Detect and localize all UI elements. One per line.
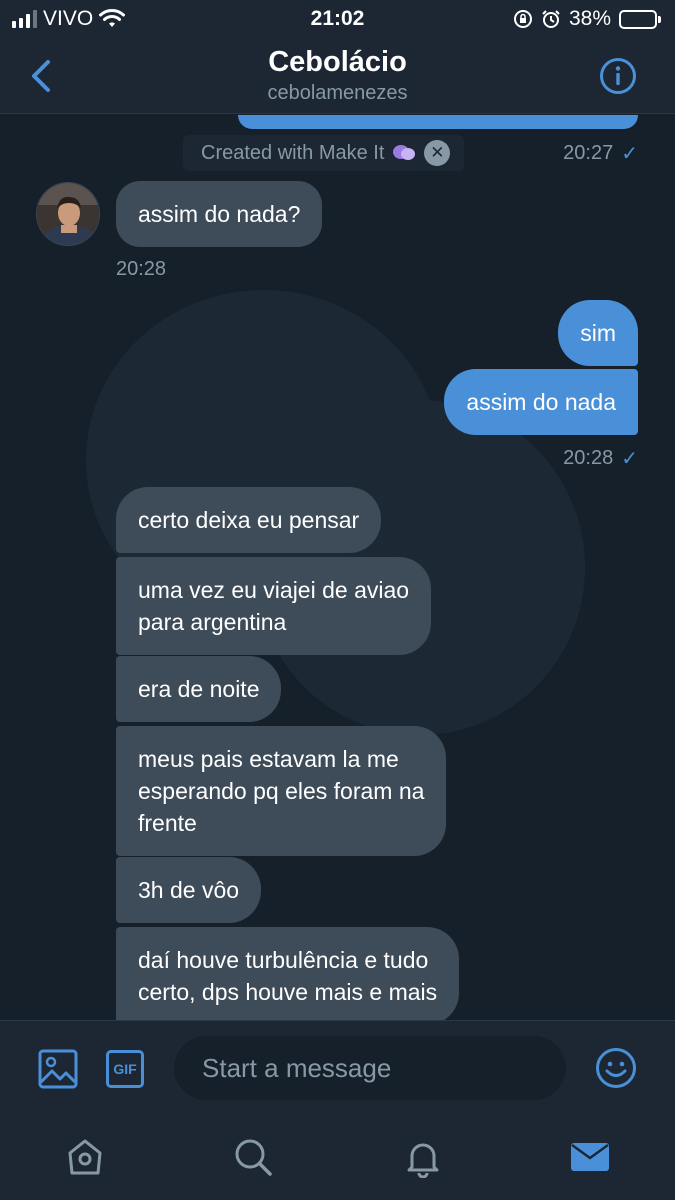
timestamp-text: 20:28 [116, 258, 167, 280]
message-text: sim [580, 320, 616, 346]
home-icon[interactable] [64, 1136, 106, 1178]
message-timestamp: 20:28 ✓ [563, 446, 638, 471]
search-icon[interactable] [232, 1136, 274, 1178]
bell-icon[interactable] [402, 1136, 444, 1178]
mail-icon[interactable] [569, 1136, 611, 1178]
incoming-message-bubble[interactable]: era de noite [116, 656, 282, 722]
avatar[interactable] [36, 182, 100, 246]
incoming-message-bubble[interactable]: certo deixa eu pensar [116, 487, 382, 553]
gif-icon[interactable]: GIF [106, 1050, 144, 1088]
message-text: certo deixa eu pensar [138, 507, 360, 533]
image-icon[interactable] [38, 1049, 78, 1089]
bottom-tab-bar [0, 1116, 675, 1200]
battery-icon [619, 9, 661, 29]
outgoing-message-bubble[interactable]: sim [558, 300, 638, 366]
incoming-message-bubble[interactable]: 3h de vôo [116, 857, 262, 923]
make-it-watermark: Created with Make It ✕ [183, 135, 465, 171]
incoming-message-bubble[interactable]: uma vez eu viajei de aviao para argentin… [116, 557, 432, 655]
message-input-container[interactable] [174, 1036, 566, 1100]
incoming-message-bubble[interactable]: meus pais estavam la me esperando pq ele… [116, 726, 447, 856]
message-text: uma vez eu viajei de aviao para argentin… [138, 577, 410, 635]
message-input[interactable] [174, 1036, 566, 1100]
conversation-title: Cebolácio [268, 46, 407, 78]
timestamp-text: 20:28 [563, 447, 614, 469]
message-text: daí houve turbulência e tudo certo, dps … [138, 947, 438, 1005]
message-text: 3h de vôo [138, 877, 240, 903]
message-text: era de noite [138, 676, 260, 702]
incoming-message-bubble[interactable]: daí houve turbulência e tudo certo, dps … [116, 927, 460, 1020]
message-text: assim do nada [466, 389, 616, 415]
message-timestamp: 20:28 [116, 258, 166, 281]
read-check-icon: ✓ [621, 143, 638, 165]
read-check-icon: ✓ [621, 448, 638, 470]
message-text: assim do nada? [138, 201, 301, 227]
status-left: VIVO [12, 7, 126, 31]
carrier-label: VIVO [43, 7, 94, 30]
close-icon[interactable]: ✕ [424, 140, 451, 166]
incoming-message-bubble[interactable]: assim do nada? [116, 181, 323, 247]
outgoing-message-bubble[interactable]: assim do nada [444, 369, 638, 435]
message-timestamp: 20:27 ✓ [563, 141, 638, 166]
conversation-handle: cebolamenezes [267, 82, 408, 104]
wifi-icon [99, 9, 126, 27]
message-list[interactable]: Created with Make It ✕ 20:27 ✓ assim do … [0, 115, 675, 1020]
avatar-image [37, 183, 99, 245]
emoji-icon[interactable] [595, 1047, 637, 1089]
status-right: 38% [513, 7, 661, 31]
signal-icon [12, 10, 37, 28]
status-bar: VIVO 21:02 38% [0, 0, 675, 38]
make-it-logo-icon [393, 145, 416, 160]
battery-percent: 38% [568, 7, 611, 30]
watermark-text: Created with Make It [201, 141, 385, 164]
gif-label: GIF [113, 1061, 137, 1077]
alarm-icon [542, 10, 560, 28]
message-composer: GIF [0, 1020, 675, 1116]
info-icon[interactable] [599, 57, 637, 95]
timestamp-text: 20:27 [563, 142, 614, 164]
conversation-header: Cebolácio cebolamenezes [0, 38, 675, 114]
outgoing-message-bubble-partial[interactable] [238, 115, 638, 129]
message-text: meus pais estavam la me esperando pq ele… [138, 746, 425, 836]
rotation-lock-icon [513, 10, 532, 28]
